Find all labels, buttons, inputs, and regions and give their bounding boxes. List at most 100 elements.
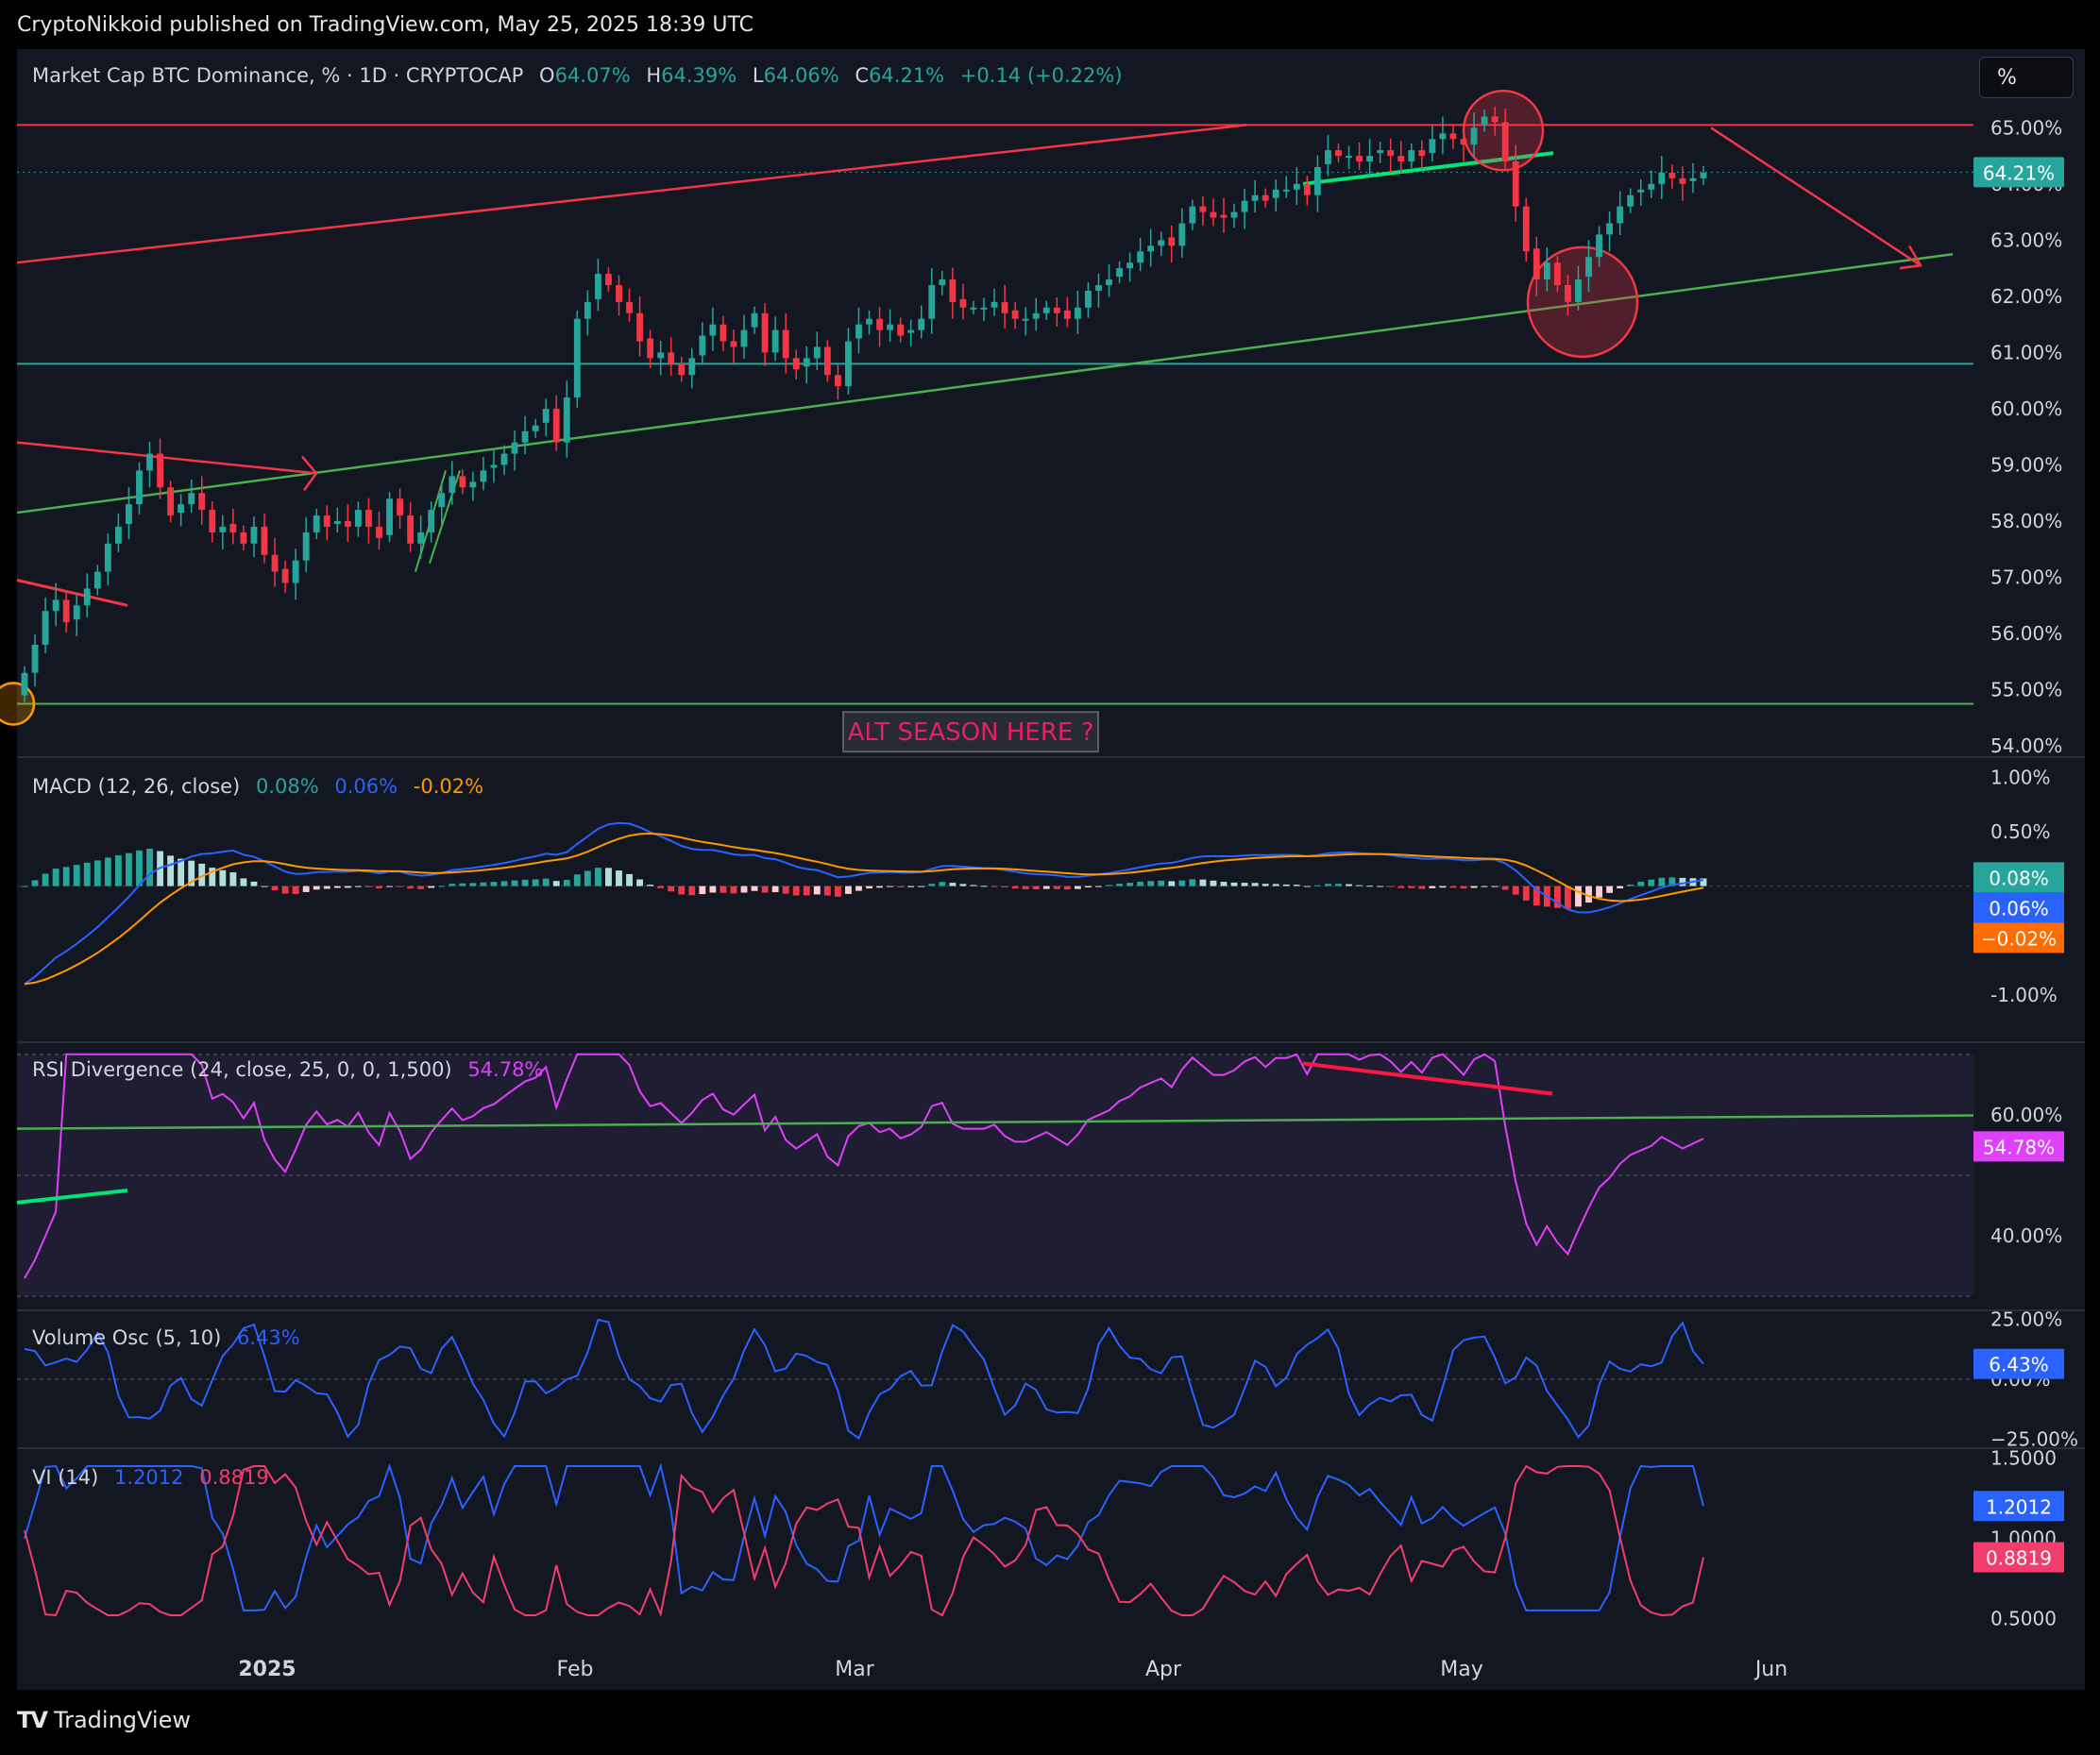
macd-hist-bar: [1042, 886, 1050, 889]
candle: [699, 335, 706, 356]
macd-pane: [17, 821, 1973, 986]
candle: [594, 274, 601, 299]
price-axis-tick: 57.00%: [1990, 566, 2062, 589]
macd-hist-bar: [657, 886, 665, 888]
candle: [1042, 307, 1050, 313]
candle: [1491, 116, 1499, 123]
time-axis-label: Jun: [1753, 1658, 1787, 1681]
price-axis-tick: 62.00%: [1990, 285, 2062, 308]
candle: [1418, 150, 1426, 157]
candle: [740, 329, 748, 347]
macd-hist-bar: [887, 886, 894, 887]
candle: [31, 644, 39, 673]
macd-hist-bar: [876, 886, 883, 888]
macd-hist-bar: [240, 878, 247, 886]
macd-hist-bar: [313, 886, 320, 890]
macd-hist-bar: [1460, 886, 1467, 889]
candle: [302, 532, 310, 561]
candle: [1106, 279, 1112, 285]
rsi-pane: [16, 1053, 1974, 1297]
macd-hist-bar: [771, 886, 779, 893]
macd-hist-bar: [281, 886, 289, 894]
candle: [1074, 307, 1081, 319]
candle: [636, 312, 643, 342]
candle: [1210, 211, 1217, 218]
macd-hist-bar: [813, 886, 821, 895]
candle: [500, 453, 508, 465]
candle: [1282, 189, 1290, 192]
macd-hist-bar: [1565, 886, 1571, 909]
rising-resistance-trendline: [16, 124, 1247, 264]
candle: [1116, 268, 1123, 278]
candle: [126, 504, 132, 524]
candle: [1543, 262, 1550, 280]
candle: [980, 307, 988, 310]
macd-legend[interactable]: MACD (12, 26, close) 0.08% 0.06% -0.02%: [32, 775, 493, 798]
macd-hist-bar: [573, 874, 581, 886]
candle: [114, 526, 122, 544]
candle: [469, 481, 477, 488]
candle: [991, 301, 998, 308]
macd-hist-bar: [959, 884, 967, 886]
chart-canvas[interactable]: ALT SEASON HERE ? 65.00%64.00%63.00%62.0…: [0, 0, 2100, 1755]
percent-scale-button[interactable]: %: [1979, 57, 2074, 98]
macd-hist-bar: [1617, 886, 1624, 889]
candle: [803, 358, 810, 367]
macd-hist-bar: [386, 886, 393, 887]
candle: [178, 504, 185, 514]
candle: [1533, 248, 1540, 280]
macd-hist-bar: [1053, 886, 1060, 889]
candle: [354, 510, 362, 527]
macd-hist-bar: [803, 886, 810, 896]
candle: [584, 301, 591, 319]
candle: [480, 470, 487, 482]
price-axis-tick: 61.00%: [1990, 341, 2062, 363]
candle: [792, 358, 800, 370]
macd-hist-bar: [1282, 884, 1290, 886]
macd-hist-bar: [229, 871, 237, 886]
axis-layer: 65.00%64.00%63.00%62.00%61.00%60.00%59.0…: [238, 116, 2078, 1681]
candle: [688, 358, 696, 376]
price-axis-tick: 65.00%: [1990, 116, 2062, 139]
macd-hist-bar: [261, 886, 268, 887]
candle: [1522, 206, 1530, 252]
projected-arrowhead: [1899, 245, 1923, 270]
candle: [1387, 150, 1395, 157]
macd-hist-bar: [1491, 886, 1499, 887]
macd-hist-bar: [1158, 880, 1165, 886]
macd-hist-bar: [1512, 886, 1519, 895]
candle: [876, 318, 883, 330]
candle: [897, 324, 905, 336]
macd-hist-bar: [271, 886, 279, 890]
brand-name: TradingView: [53, 1707, 191, 1733]
candle: [855, 324, 862, 339]
price-axis-tick: 58.00%: [1990, 510, 2062, 532]
candle: [845, 341, 852, 387]
price-legend[interactable]: Market Cap BTC Dominance, % · 1D · CRYPT…: [32, 64, 1132, 87]
candle: [1126, 262, 1134, 269]
macd-hist-bar: [1335, 884, 1342, 886]
candle: [730, 341, 737, 347]
macd-hist-bar: [62, 867, 70, 886]
candle: [1346, 156, 1352, 159]
candle: [1668, 172, 1676, 178]
macd-hist-bar: [782, 886, 789, 894]
vi-axis-tick: 1.5000: [1990, 1446, 2057, 1469]
candle: [1251, 194, 1259, 201]
macd-hist-bar: [1325, 884, 1331, 886]
macd-hist-bar: [1522, 886, 1530, 901]
candle: [417, 532, 425, 544]
vi-minus-value: 0.8819: [199, 1466, 269, 1489]
candle: [323, 515, 330, 527]
vi-legend[interactable]: VI (14) 1.2012 0.8819: [32, 1466, 279, 1489]
vi-axis-tick: 0.5000: [1990, 1607, 2057, 1629]
candle: [970, 307, 977, 310]
vosc-legend[interactable]: Volume Osc (5, 10) 6.43%: [32, 1326, 310, 1349]
macd-hist-bar: [584, 870, 591, 886]
candle: [407, 515, 415, 544]
close-value: 64.21%: [869, 64, 945, 87]
rsi-legend[interactable]: RSI Divergence (24, close, 25, 0, 0, 1,5…: [32, 1058, 552, 1081]
vi-plus-value: 1.2012: [114, 1466, 184, 1489]
macd-hist-bar: [250, 881, 258, 886]
macd-hist-bar: [1085, 886, 1092, 888]
